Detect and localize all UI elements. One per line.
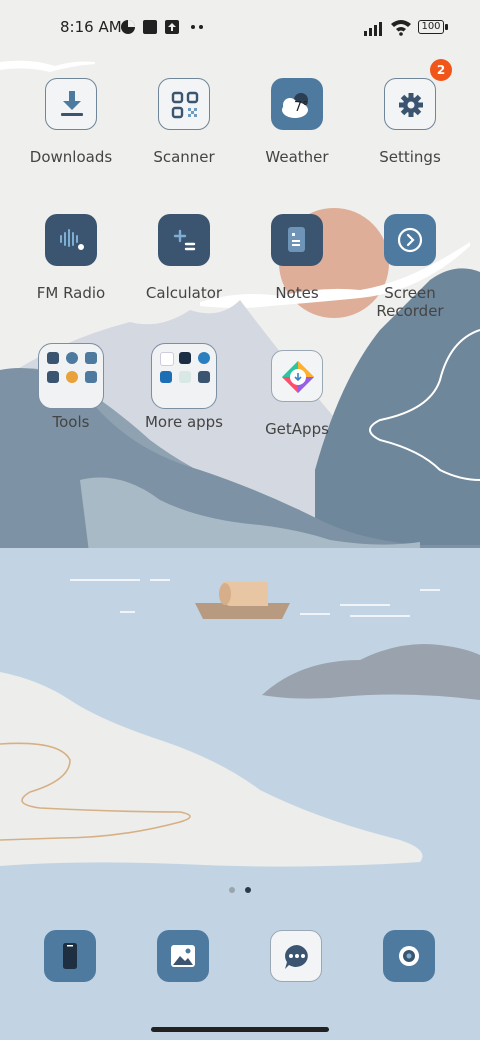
wifi-icon xyxy=(391,20,411,36)
app-getapps[interactable]: GetApps xyxy=(242,350,352,438)
more-notifications-icon xyxy=(191,25,203,29)
signal-icon xyxy=(364,22,382,36)
page-indicator[interactable] xyxy=(0,878,480,897)
folder-more-apps[interactable]: More apps xyxy=(129,343,239,431)
status-bar: 8:16 AM 100 xyxy=(0,0,480,56)
notification-square-icon xyxy=(143,20,157,34)
home-gesture-bar[interactable] xyxy=(151,1027,329,1032)
app-label: Screen Recorder xyxy=(376,284,444,320)
app-label: More apps xyxy=(144,413,223,431)
phone-icon xyxy=(44,930,96,982)
app-label: Weather xyxy=(265,148,329,166)
app-label: Downloads xyxy=(29,148,113,166)
download-icon xyxy=(45,78,97,130)
radio-wave-icon xyxy=(45,214,97,266)
dock-messages[interactable] xyxy=(270,930,322,982)
app-settings[interactable]: Settings xyxy=(355,78,465,166)
app-label: Scanner xyxy=(153,148,215,166)
app-label: Settings xyxy=(379,148,441,166)
getapps-icon xyxy=(271,350,323,402)
folder-tools[interactable]: Tools xyxy=(16,343,126,431)
app-screen-recorder[interactable]: Screen Recorder xyxy=(355,214,465,320)
battery-tip xyxy=(445,24,448,30)
page-dot-2-active[interactable] xyxy=(245,887,251,893)
notes-icon xyxy=(271,214,323,266)
upload-icon xyxy=(165,20,179,34)
app-notes[interactable]: Notes xyxy=(242,214,352,302)
app-scanner[interactable]: Scanner xyxy=(129,78,239,166)
weather-cloud-icon: 7° xyxy=(271,78,323,130)
page-dot-1[interactable] xyxy=(229,887,235,893)
folder-icon xyxy=(38,343,104,409)
qr-scanner-icon xyxy=(158,78,210,130)
app-weather[interactable]: 7° Weather xyxy=(242,78,352,166)
dock-camera[interactable] xyxy=(383,930,435,982)
app-label: FM Radio xyxy=(36,284,106,302)
messages-icon xyxy=(270,930,322,982)
app-calculator[interactable]: Calculator xyxy=(129,214,239,302)
status-time: 8:16 AM xyxy=(60,18,122,36)
dock-phone[interactable] xyxy=(44,930,96,982)
notification-badge: 2 xyxy=(430,59,452,81)
app-label: GetApps xyxy=(265,420,329,438)
battery-level: 100 xyxy=(421,21,441,32)
app-label: Notes xyxy=(275,284,319,302)
screen-recorder-icon xyxy=(384,214,436,266)
camera-icon xyxy=(383,930,435,982)
app-downloads[interactable]: Downloads xyxy=(16,78,126,166)
app-label: Calculator xyxy=(145,284,223,302)
gear-icon xyxy=(384,78,436,130)
weather-temp: 7° xyxy=(294,100,309,115)
app-label: Tools xyxy=(52,413,90,431)
app-fm-radio[interactable]: FM Radio xyxy=(16,214,126,302)
folder-icon xyxy=(151,343,217,409)
dock-gallery[interactable] xyxy=(157,930,209,982)
battery-icon: 100 xyxy=(418,20,444,34)
data-saver-icon xyxy=(121,20,135,34)
calculator-icon xyxy=(158,214,210,266)
gallery-icon xyxy=(157,930,209,982)
